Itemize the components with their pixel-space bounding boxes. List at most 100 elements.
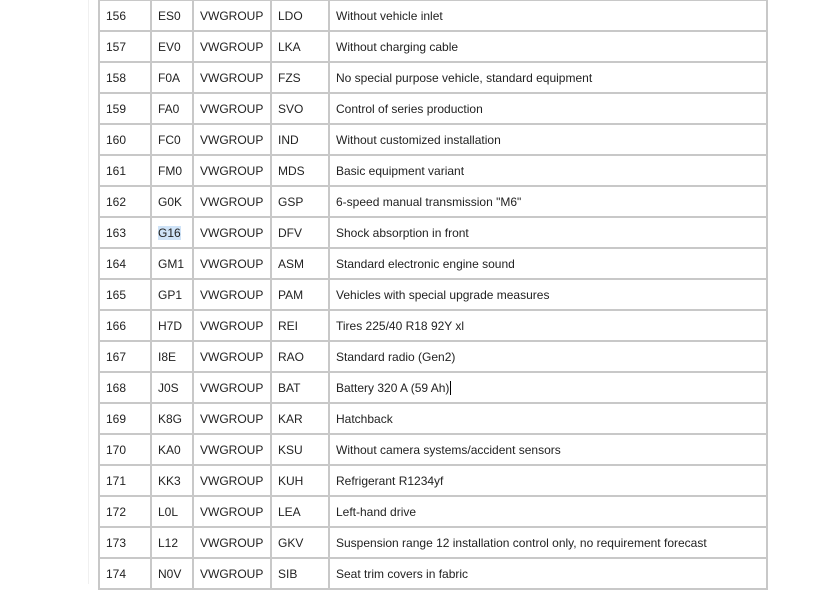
description-cell[interactable]: Vehicles with special upgrade measures <box>330 280 768 311</box>
brand-family-cell[interactable]: VWGROUP <box>194 342 272 373</box>
row-number-cell[interactable]: 164 <box>100 249 152 280</box>
family-group-cell[interactable]: IND <box>272 125 330 156</box>
pr-code-cell[interactable]: G16 <box>152 218 194 249</box>
row-number-cell[interactable]: 171 <box>100 466 152 497</box>
brand-family-cell[interactable]: VWGROUP <box>194 63 272 94</box>
row-number-cell[interactable]: 167 <box>100 342 152 373</box>
table-row: 167 I8E VWGROUP RAO Standard radio (Gen2) <box>100 342 768 373</box>
pr-code-cell[interactable]: I8E <box>152 342 194 373</box>
family-group-cell[interactable]: LKA <box>272 32 330 63</box>
row-number-cell[interactable]: 170 <box>100 435 152 466</box>
row-number-cell[interactable]: 161 <box>100 156 152 187</box>
brand-family-cell[interactable]: VWGROUP <box>194 32 272 63</box>
pr-code-cell[interactable]: KA0 <box>152 435 194 466</box>
family-group-cell[interactable]: KAR <box>272 404 330 435</box>
family-group-cell[interactable]: LEA <box>272 497 330 528</box>
brand-family-cell[interactable]: VWGROUP <box>194 373 272 404</box>
table-row: 162 G0K VWGROUP GSP 6-speed manual transmiss… <box>100 187 768 218</box>
brand-family-cell[interactable]: VWGROUP <box>194 435 272 466</box>
pr-code-cell[interactable]: ES0 <box>152 0 194 32</box>
pr-code-cell[interactable]: K8G <box>152 404 194 435</box>
brand-family-cell[interactable]: VWGROUP <box>194 187 272 218</box>
brand-family-cell[interactable]: VWGROUP <box>194 156 272 187</box>
family-group-cell[interactable]: DFV <box>272 218 330 249</box>
pr-code-cell[interactable]: FM0 <box>152 156 194 187</box>
row-number-cell[interactable]: 160 <box>100 125 152 156</box>
family-group-cell[interactable]: REI <box>272 311 330 342</box>
pr-code-cell[interactable]: EV0 <box>152 32 194 63</box>
family-group-cell[interactable]: SIB <box>272 559 330 590</box>
description-cell[interactable]: Without camera systems/accident sensors <box>330 435 768 466</box>
row-number-cell[interactable]: 174 <box>100 559 152 590</box>
pr-code-cell[interactable]: L0L <box>152 497 194 528</box>
row-number-cell[interactable]: 156 <box>100 0 152 32</box>
pr-code-text: GP1 <box>158 287 183 302</box>
row-number-cell[interactable]: 158 <box>100 63 152 94</box>
row-number-cell[interactable]: 166 <box>100 311 152 342</box>
description-cell[interactable]: Shock absorption in front <box>330 218 768 249</box>
family-group-cell[interactable]: KSU <box>272 435 330 466</box>
brand-family-cell[interactable]: VWGROUP <box>194 528 272 559</box>
description-cell[interactable]: Without customized installation <box>330 125 768 156</box>
description-cell[interactable]: Battery 320 A (59 Ah) <box>330 373 768 404</box>
brand-family-cell[interactable]: VWGROUP <box>194 280 272 311</box>
pr-code-cell[interactable]: GM1 <box>152 249 194 280</box>
family-group-cell[interactable]: GSP <box>272 187 330 218</box>
description-cell[interactable]: Standard electronic engine sound <box>330 249 768 280</box>
family-group-cell[interactable]: SVO <box>272 94 330 125</box>
pr-code-cell[interactable]: H7D <box>152 311 194 342</box>
description-cell[interactable]: No special purpose vehicle, standard equ… <box>330 63 768 94</box>
family-group-cell[interactable]: MDS <box>272 156 330 187</box>
pr-code-cell[interactable]: KK3 <box>152 466 194 497</box>
description-cell[interactable]: 6-speed manual transmission "M6" <box>330 187 768 218</box>
description-text: Without camera systems/accident sensors <box>336 442 561 457</box>
pr-code-cell[interactable]: J0S <box>152 373 194 404</box>
description-cell[interactable]: Hatchback <box>330 404 768 435</box>
row-number-cell[interactable]: 173 <box>100 528 152 559</box>
brand-family-cell[interactable]: VWGROUP <box>194 466 272 497</box>
pr-code-cell[interactable]: FA0 <box>152 94 194 125</box>
pr-code-cell[interactable]: G0K <box>152 187 194 218</box>
family-group-text: IND <box>278 132 299 147</box>
brand-family-cell[interactable]: VWGROUP <box>194 311 272 342</box>
family-group-cell[interactable]: LDO <box>272 0 330 32</box>
description-cell[interactable]: Refrigerant R1234yf <box>330 466 768 497</box>
brand-family-cell[interactable]: VWGROUP <box>194 559 272 590</box>
pr-code-cell[interactable]: N0V <box>152 559 194 590</box>
row-number-cell[interactable]: 169 <box>100 404 152 435</box>
brand-family-cell[interactable]: VWGROUP <box>194 94 272 125</box>
pr-code-cell[interactable]: GP1 <box>152 280 194 311</box>
description-cell[interactable]: Tires 225/40 R18 92Y xl <box>330 311 768 342</box>
description-cell[interactable]: Basic equipment variant <box>330 156 768 187</box>
row-number-cell[interactable]: 168 <box>100 373 152 404</box>
brand-family-cell[interactable]: VWGROUP <box>194 497 272 528</box>
brand-family-cell[interactable]: VWGROUP <box>194 0 272 32</box>
description-cell[interactable]: Control of series production <box>330 94 768 125</box>
family-group-cell[interactable]: FZS <box>272 63 330 94</box>
description-cell[interactable]: Without vehicle inlet <box>330 0 768 32</box>
row-number-cell[interactable]: 162 <box>100 187 152 218</box>
description-cell[interactable]: Standard radio (Gen2) <box>330 342 768 373</box>
description-cell[interactable]: Seat trim covers in fabric <box>330 559 768 590</box>
brand-family-cell[interactable]: VWGROUP <box>194 218 272 249</box>
brand-family-cell[interactable]: VWGROUP <box>194 125 272 156</box>
row-number-cell[interactable]: 172 <box>100 497 152 528</box>
family-group-cell[interactable]: KUH <box>272 466 330 497</box>
family-group-cell[interactable]: BAT <box>272 373 330 404</box>
family-group-cell[interactable]: ASM <box>272 249 330 280</box>
pr-code-cell[interactable]: FC0 <box>152 125 194 156</box>
brand-family-cell[interactable]: VWGROUP <box>194 404 272 435</box>
family-group-cell[interactable]: GKV <box>272 528 330 559</box>
row-number-cell[interactable]: 157 <box>100 32 152 63</box>
description-cell[interactable]: Left-hand drive <box>330 497 768 528</box>
row-number-cell[interactable]: 163 <box>100 218 152 249</box>
row-number-cell[interactable]: 165 <box>100 280 152 311</box>
family-group-cell[interactable]: PAM <box>272 280 330 311</box>
description-cell[interactable]: Without charging cable <box>330 32 768 63</box>
pr-code-cell[interactable]: F0A <box>152 63 194 94</box>
row-number-cell[interactable]: 159 <box>100 94 152 125</box>
family-group-cell[interactable]: RAO <box>272 342 330 373</box>
brand-family-cell[interactable]: VWGROUP <box>194 249 272 280</box>
description-cell[interactable]: Suspension range 12 installation control… <box>330 528 768 559</box>
pr-code-cell[interactable]: L12 <box>152 528 194 559</box>
